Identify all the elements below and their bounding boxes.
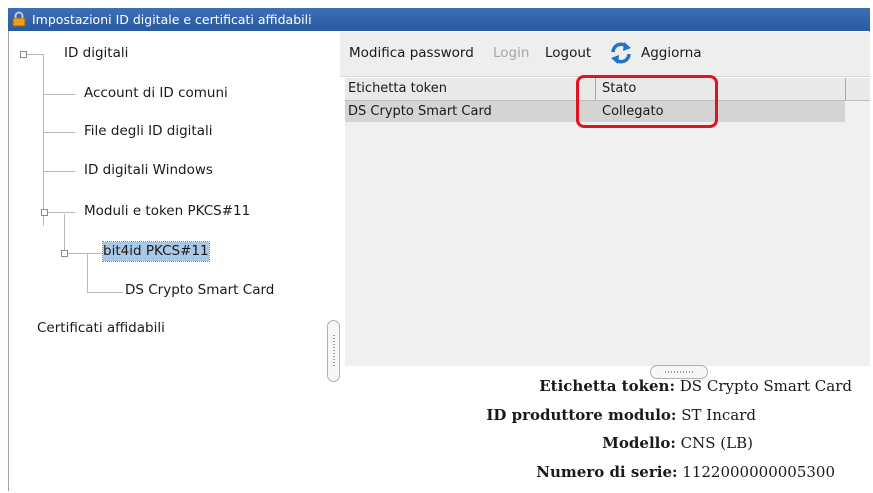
tree-connector (64, 214, 65, 252)
window-title: Impostazioni ID digitale e certificati a… (32, 12, 312, 27)
detail-key: Modello: (602, 434, 676, 452)
tree-item-roaming-accounts[interactable]: Account di ID comuni (84, 85, 228, 101)
logout-button[interactable]: Logout (545, 45, 591, 61)
expand-toggle-icon[interactable] (41, 209, 48, 216)
tree-item-ds-card[interactable]: DS Crypto Smart Card (125, 282, 274, 298)
grip-icon (333, 335, 335, 367)
tree-connector (43, 94, 75, 95)
tree-item-pkcs-modules[interactable]: Moduli e token PKCS#11 (84, 203, 250, 219)
detail-key: Etichetta token: (539, 377, 675, 395)
column-divider[interactable] (845, 78, 846, 100)
tree-item-bit4id[interactable]: bit4id PKCS#11 (102, 241, 210, 262)
detail-row-serial: Numero di serie: 1122000000005300 (536, 463, 835, 481)
tree-connector (64, 253, 102, 254)
tree-connector (43, 171, 75, 172)
detail-value: DS Crypto Smart Card (675, 377, 852, 395)
tree-item-digital-ids[interactable]: ID digitali (64, 45, 128, 61)
cell-token-label: DS Crypto Smart Card (348, 104, 492, 119)
detail-value: ST Incard (676, 406, 756, 424)
tree-connector (87, 292, 123, 293)
tree-connector (43, 54, 44, 226)
tree-item-windows-ids[interactable]: ID digitali Windows (84, 162, 213, 178)
tree-item-trusted-certs[interactable]: Certificati affidabili (37, 320, 165, 336)
toolbar: Modifica password Login Logout Aggiorna (340, 32, 870, 77)
column-header-label[interactable]: Etichetta token (348, 81, 447, 96)
detail-row-model: Modello: CNS (LB) (602, 434, 753, 452)
refresh-icon[interactable] (609, 41, 633, 65)
detail-row-manufacturer: ID produttore modulo: ST Incard (486, 406, 756, 424)
detail-key: ID produttore modulo: (486, 406, 677, 424)
change-password-button[interactable]: Modifica password (349, 45, 474, 61)
detail-value: 1122000000005300 (677, 463, 835, 481)
annotation-highlight (576, 75, 718, 128)
login-button[interactable]: Login (493, 45, 529, 61)
grip-icon (665, 371, 693, 373)
navigation-tree: ID digitali Account di ID comuni File de… (9, 32, 331, 493)
detail-key: Numero di serie: (536, 463, 678, 481)
vertical-splitter[interactable] (327, 320, 340, 382)
expand-toggle-icon[interactable] (20, 51, 27, 58)
tree-item-id-files[interactable]: File degli ID digitali (84, 123, 213, 139)
tree-connector (87, 254, 88, 292)
detail-row-token-label: Etichetta token: DS Crypto Smart Card (539, 377, 852, 395)
refresh-button[interactable]: Aggiorna (641, 45, 702, 61)
expand-toggle-icon[interactable] (61, 250, 68, 257)
tree-connector (43, 132, 75, 133)
detail-value: CNS (LB) (675, 434, 753, 452)
title-bar: Impostazioni ID digitale e certificati a… (8, 8, 870, 31)
lock-icon (12, 11, 26, 27)
